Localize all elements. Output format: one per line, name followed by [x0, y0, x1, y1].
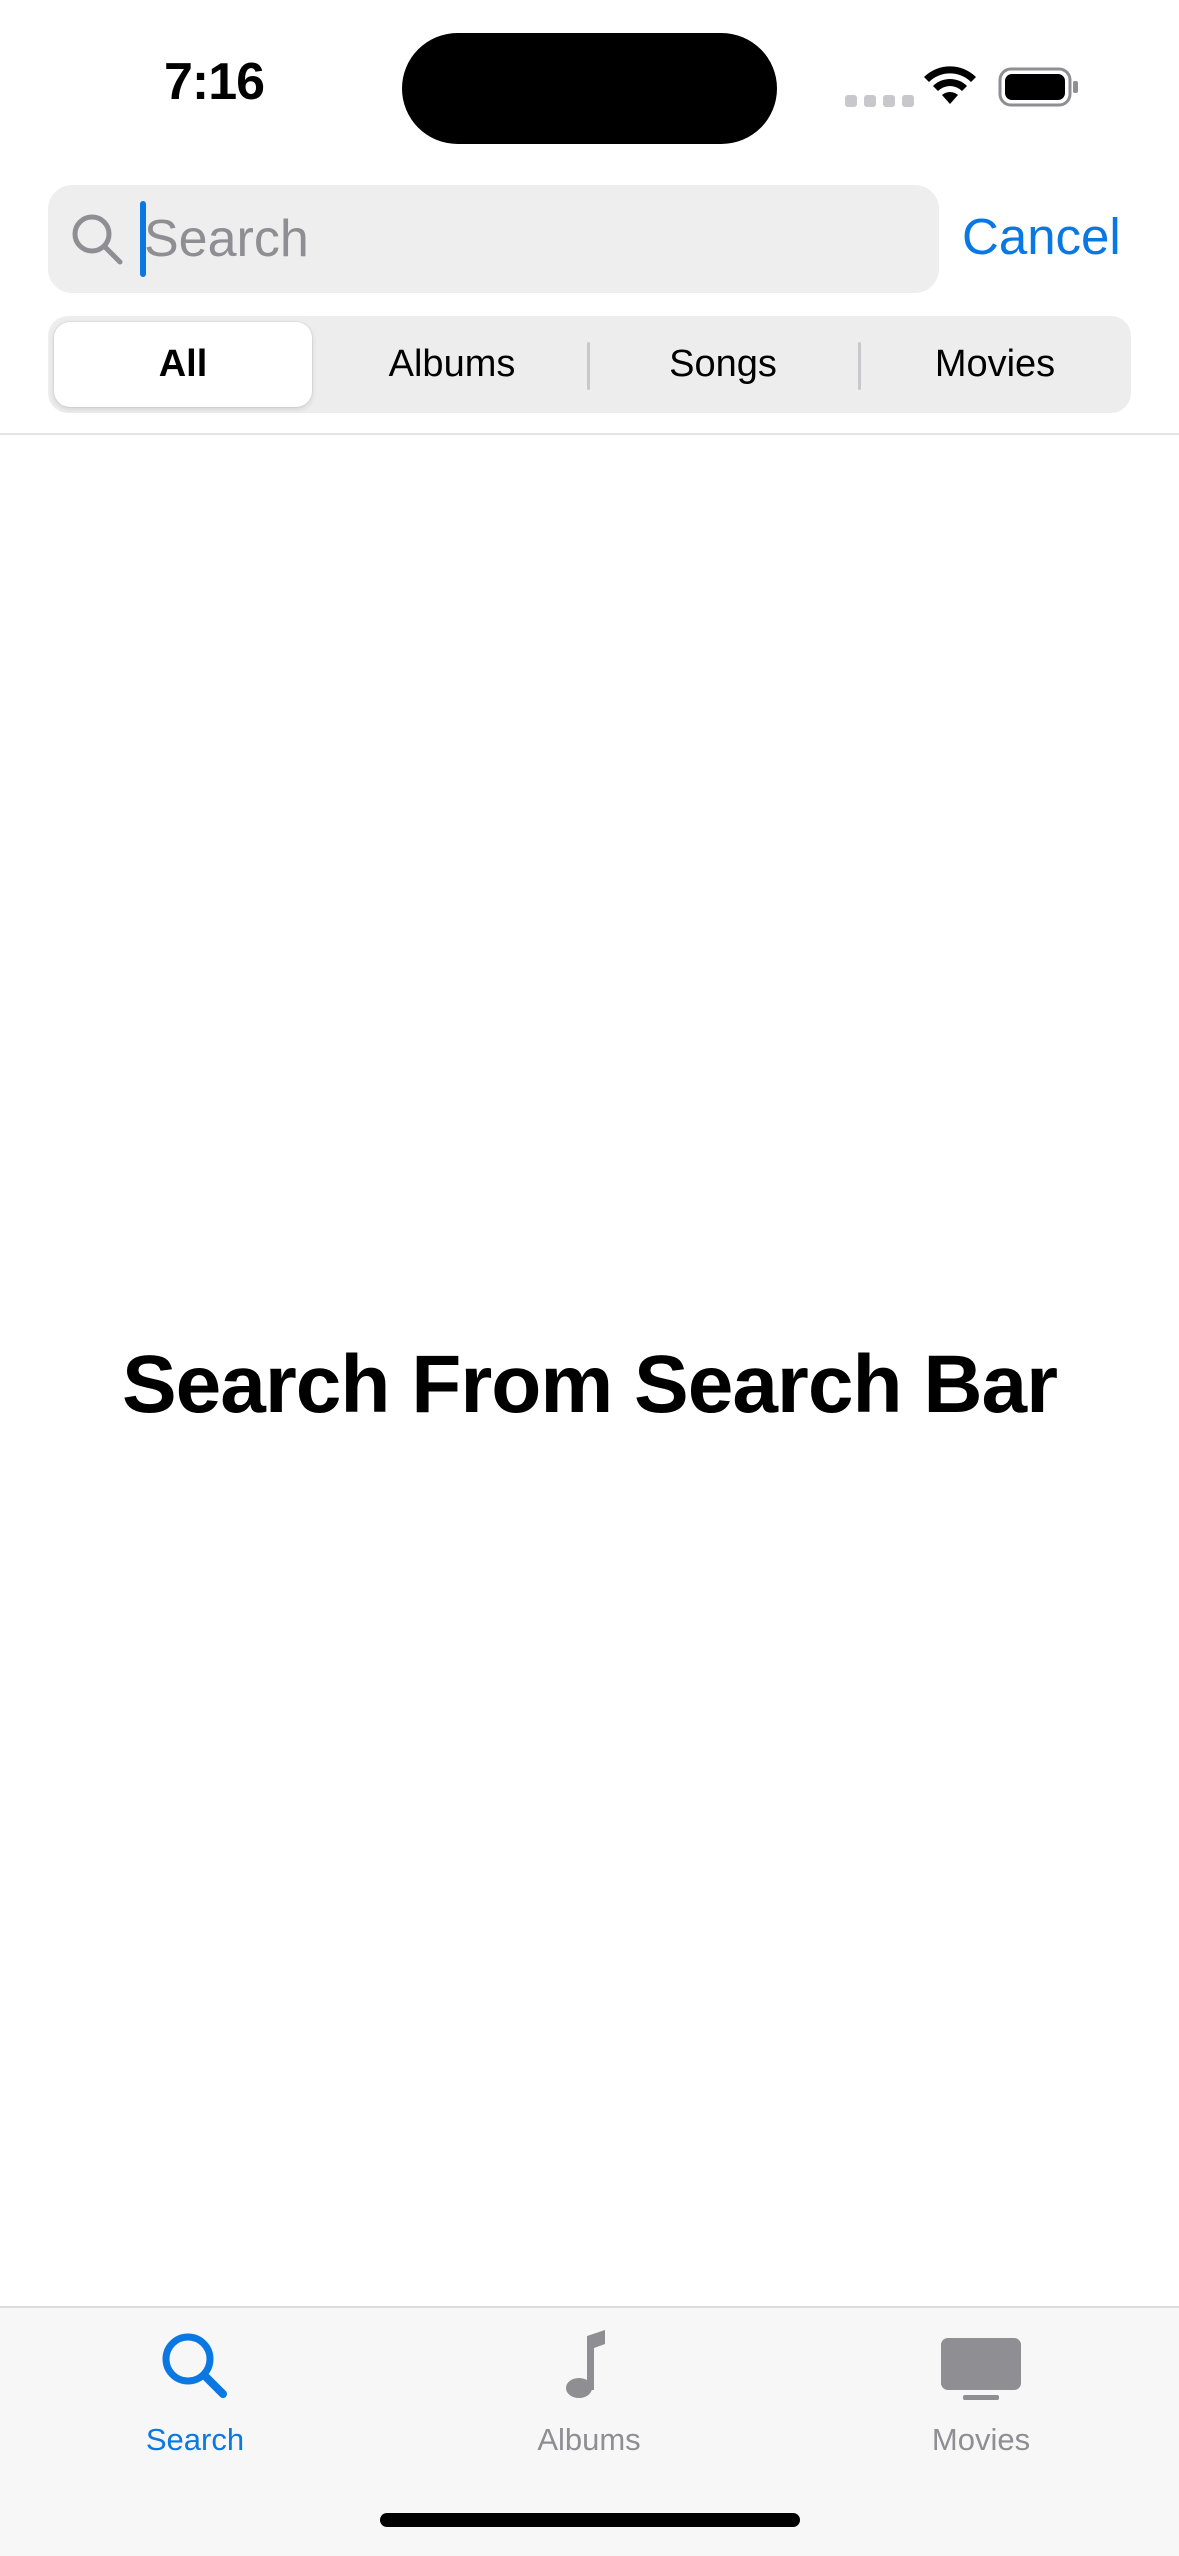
search-bar[interactable] [48, 185, 939, 293]
segment-songs[interactable]: Songs [594, 322, 852, 407]
dynamic-island [402, 33, 777, 144]
magnifying-glass-icon [162, 2333, 227, 2398]
segment-albums[interactable]: Albums [323, 322, 581, 407]
empty-state-message: Search From Search Bar [121, 1339, 1058, 1430]
music-note-icon [566, 2330, 605, 2398]
wifi-icon [924, 66, 976, 104]
home-indicator [380, 2513, 800, 2527]
segment-all[interactable]: All [54, 322, 312, 407]
header-divider [0, 433, 1179, 435]
tab-albums[interactable]: Albums [479, 2326, 699, 2466]
tab-search[interactable]: Search [85, 2326, 305, 2466]
tab-movies[interactable]: Movies [871, 2326, 1091, 2466]
segment-divider [858, 342, 861, 390]
segment-divider [587, 342, 590, 390]
search-icon [72, 214, 123, 265]
cellular-signal-icon [845, 95, 914, 107]
tab-label: Albums [537, 2422, 641, 2457]
tv-icon [941, 2338, 1021, 2400]
battery-icon [998, 67, 1078, 107]
search-input[interactable] [144, 185, 914, 293]
tab-label: Movies [931, 2422, 1031, 2457]
segment-movies[interactable]: Movies [866, 322, 1124, 407]
cancel-button[interactable]: Cancel [962, 200, 1121, 274]
tab-label: Search [145, 2422, 245, 2457]
status-time: 7:16 [164, 53, 265, 111]
app-screen: 7:16 Cancel All Albums Songs Movies Sear… [0, 0, 1179, 2556]
scope-segmented-control: All Albums Songs Movies [48, 316, 1131, 413]
